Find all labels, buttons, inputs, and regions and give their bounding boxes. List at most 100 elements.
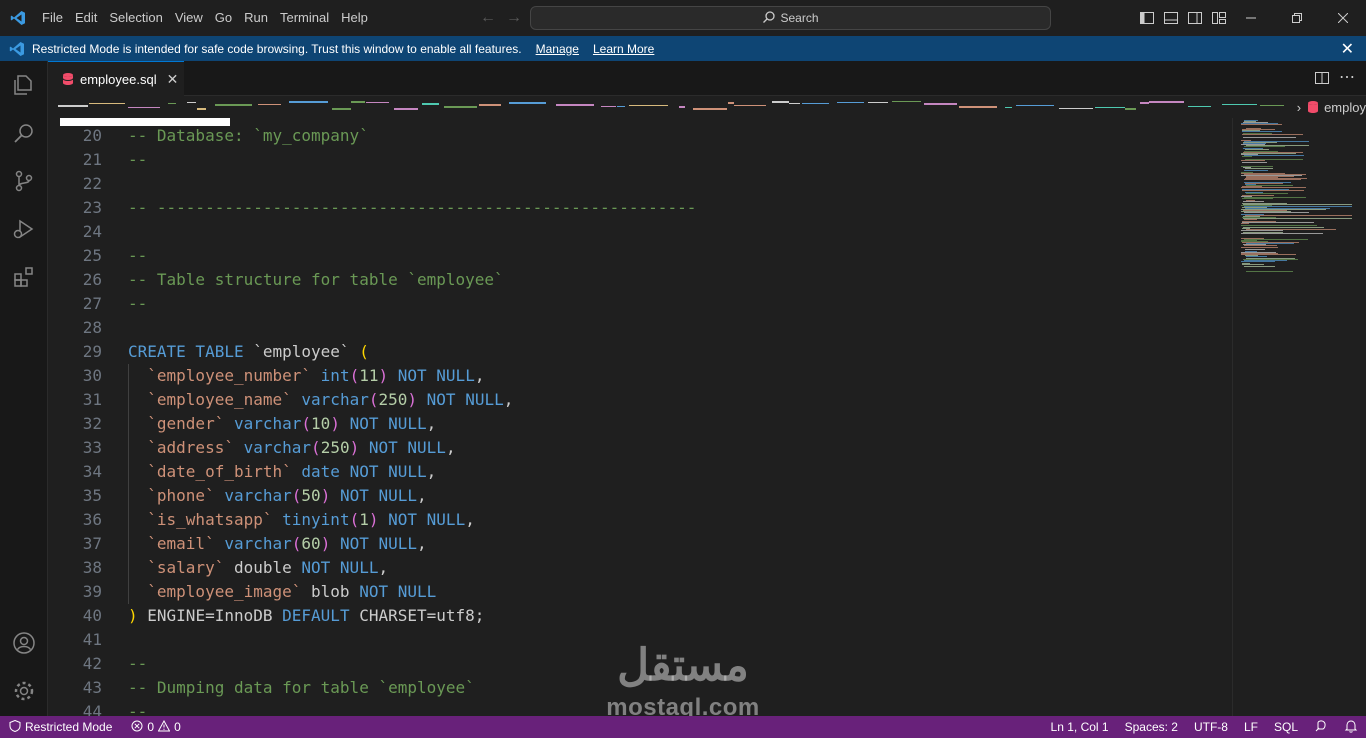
toggle-panel-icon[interactable]: [1162, 9, 1180, 27]
menu-selection[interactable]: Selection: [103, 0, 168, 36]
code-token: ENGINE=InnoDB: [137, 606, 283, 625]
minimap-line: [1241, 159, 1265, 161]
menu-file[interactable]: File: [36, 0, 69, 36]
explorer-icon[interactable]: [12, 73, 36, 97]
line-number: 40: [82, 606, 102, 625]
minimap-line: [1244, 179, 1301, 181]
vertical-scrollbar[interactable]: [1352, 118, 1366, 716]
artifact-segment: [187, 102, 196, 103]
restore-icon[interactable]: [1274, 0, 1320, 36]
artifact-segment: [728, 102, 734, 104]
encoding[interactable]: UTF-8: [1186, 720, 1236, 734]
line-number: 37: [82, 534, 102, 553]
close-window-icon[interactable]: [1320, 0, 1366, 36]
code-token: (: [349, 366, 360, 385]
code-line: 28: [48, 316, 1232, 340]
toggle-primary-sidebar-icon[interactable]: [1138, 9, 1156, 27]
more-actions-icon[interactable]: ⋯: [1339, 67, 1356, 87]
artifact-segment: [802, 103, 829, 104]
code-line: 29 CREATE TABLE `employee` (: [48, 340, 1232, 364]
line-number: 36: [82, 510, 102, 529]
code-token: -- -------------------------------------…: [128, 198, 697, 217]
error-icon: [131, 720, 143, 735]
toggle-secondary-sidebar-icon[interactable]: [1186, 9, 1204, 27]
code-token: 10: [311, 414, 331, 433]
end-of-line[interactable]: LF: [1236, 720, 1266, 734]
editor-tabs: employee.sql ✕ ⋯: [48, 61, 1366, 96]
artifact-segment: [509, 102, 546, 104]
minimap-line: [1244, 266, 1275, 268]
minimap-line: [1243, 136, 1296, 138]
minimap-line: [1246, 192, 1288, 194]
code-token: --: [128, 702, 148, 716]
close-icon[interactable]: ✕: [1341, 39, 1354, 59]
cursor-position[interactable]: Ln 1, Col 1: [1043, 720, 1117, 734]
code-token: NOT NULL: [417, 390, 504, 409]
artifact-segment: [394, 108, 418, 110]
menu-edit[interactable]: Edit: [69, 0, 103, 36]
artifact-segment: [924, 103, 957, 105]
code-line: 38 `salary` double NOT NULL,: [48, 556, 1232, 580]
run-debug-icon[interactable]: [12, 217, 36, 241]
code-token: varchar: [224, 534, 292, 553]
code-editor[interactable]: 20 -- Database: `my_company` 21 -- 22 23 -- --…: [48, 118, 1232, 716]
forward-arrow-icon[interactable]: →: [506, 9, 522, 27]
code-token: `email`: [128, 534, 215, 553]
extensions-icon[interactable]: [12, 265, 36, 289]
menu-go[interactable]: Go: [209, 0, 238, 36]
settings-gear-icon[interactable]: [12, 679, 36, 703]
code-line: 21 --: [48, 148, 1232, 172]
learn-more-link[interactable]: Learn More: [593, 42, 654, 56]
menu-view[interactable]: View: [169, 0, 209, 36]
menu-terminal[interactable]: Terminal: [274, 0, 335, 36]
language-mode[interactable]: SQL: [1266, 720, 1306, 734]
problems-indicator[interactable]: 0 0: [131, 719, 181, 735]
artifact-segment: [289, 101, 328, 103]
code-line: 23 -- -----------------------------------…: [48, 196, 1232, 220]
breadcrumb-file[interactable]: › employ: [1292, 96, 1366, 118]
code-token: varchar: [233, 414, 302, 433]
split-editor-icon[interactable]: [1314, 70, 1330, 86]
back-arrow-icon[interactable]: ←: [480, 9, 496, 27]
tab-employee-sql[interactable]: employee.sql ✕: [48, 61, 184, 96]
search-icon[interactable]: [12, 121, 36, 145]
customize-layout-icon[interactable]: [1210, 9, 1228, 27]
minimap[interactable]: [1232, 118, 1354, 716]
notifications-bell-icon[interactable]: [1336, 719, 1366, 736]
code-line: 43 -- Dumping data for table `employee`: [48, 676, 1232, 700]
code-token: -- Dumping data for table `employee`: [128, 678, 475, 697]
artifact-segment: [1140, 102, 1149, 104]
code-line: 20 -- Database: `my_company`: [48, 124, 1232, 148]
restricted-mode-indicator[interactable]: Restricted Mode: [0, 716, 122, 738]
minimap-line: [1243, 217, 1353, 219]
menu-run[interactable]: Run: [238, 0, 274, 36]
manage-link[interactable]: Manage: [536, 42, 579, 56]
minimap-line: [1245, 214, 1354, 216]
menu-help[interactable]: Help: [335, 0, 374, 36]
minimap-line: [1245, 148, 1269, 150]
command-center-search[interactable]: Search: [530, 6, 1051, 30]
artifact-segment: [258, 104, 281, 105]
banner-message: Restricted Mode is intended for safe cod…: [32, 41, 522, 56]
code-token: (: [349, 510, 360, 529]
indentation[interactable]: Spaces: 2: [1117, 720, 1186, 734]
code-token: --: [128, 654, 148, 673]
line-number: 22: [82, 174, 102, 193]
minimap-line: [1242, 222, 1314, 224]
status-bar-right: Ln 1, Col 1 Spaces: 2 UTF-8 LF SQL: [1043, 716, 1366, 738]
feedback-icon[interactable]: [1306, 719, 1336, 736]
code-token: `address`: [128, 438, 234, 457]
line-content: ) ENGINE=InnoDB DEFAULT CHARSET=utf8;: [128, 604, 484, 628]
artifact-segment: [679, 106, 685, 108]
minimap-line: [1241, 246, 1278, 248]
code-token: (: [311, 438, 321, 457]
account-icon[interactable]: [12, 631, 36, 655]
artifact-segment: [959, 106, 997, 108]
code-token: ,: [426, 414, 437, 433]
close-tab-icon[interactable]: ✕: [167, 71, 179, 88]
source-control-icon[interactable]: [12, 169, 36, 193]
code-token: ,: [474, 366, 485, 385]
minimize-icon[interactable]: [1228, 0, 1274, 36]
